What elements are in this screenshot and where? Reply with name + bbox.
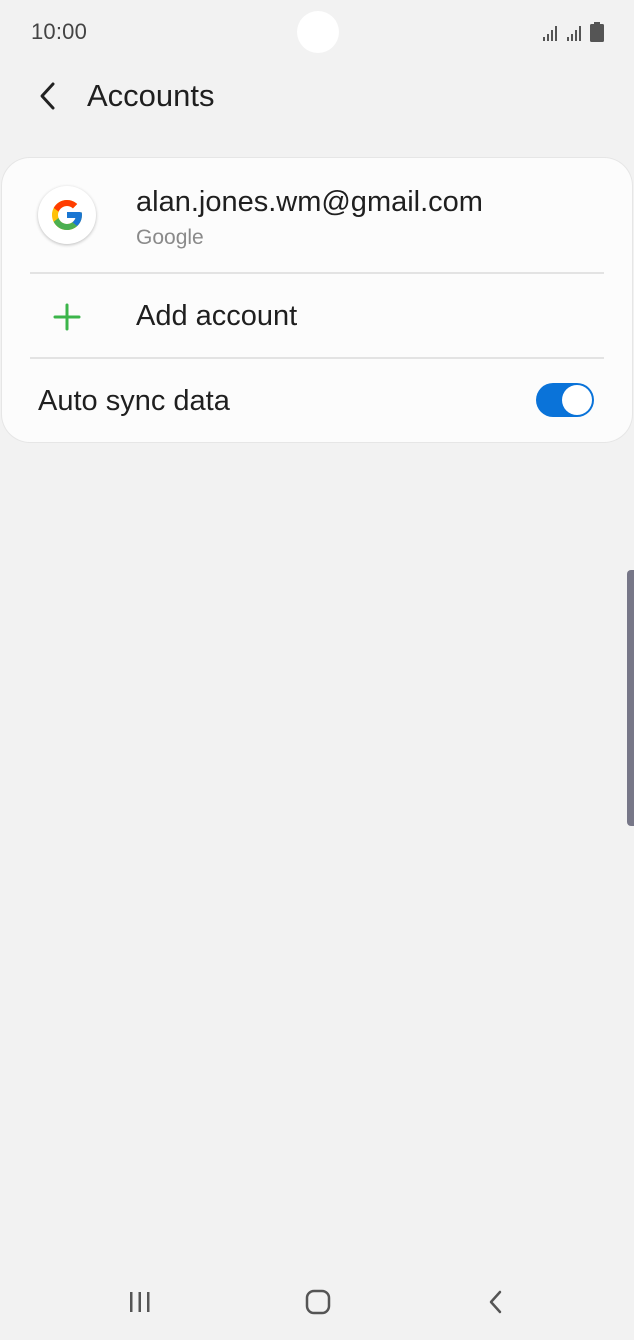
back-button[interactable] xyxy=(24,74,72,122)
account-email: alan.jones.wm@gmail.com xyxy=(136,186,483,218)
recents-icon xyxy=(127,1290,153,1319)
chevron-left-icon xyxy=(38,81,58,116)
back-icon xyxy=(486,1288,506,1321)
status-time: 10:00 xyxy=(31,19,88,44)
accounts-screen: 10:00 Accounts alan.jones.wm@gmail.com G… xyxy=(0,0,634,1340)
google-icon xyxy=(38,186,96,244)
account-type: Google xyxy=(136,226,204,249)
signal-icon xyxy=(566,24,584,42)
auto-sync-label: Auto sync data xyxy=(38,385,230,417)
account-row-google[interactable]: alan.jones.wm@gmail.com Google xyxy=(2,158,632,273)
navigation-bar xyxy=(0,1268,634,1340)
status-icons xyxy=(542,20,604,42)
signal-icon xyxy=(542,24,560,42)
header: Accounts xyxy=(0,64,634,132)
recents-button[interactable] xyxy=(110,1280,170,1328)
toggle-knob xyxy=(562,385,592,415)
nav-back-button[interactable] xyxy=(466,1280,526,1328)
auto-sync-row[interactable]: Auto sync data xyxy=(2,359,632,442)
page-title: Accounts xyxy=(87,78,215,113)
accounts-card: alan.jones.wm@gmail.com Google Add accou… xyxy=(2,158,632,442)
plus-icon xyxy=(52,302,82,332)
add-account-label: Add account xyxy=(136,300,298,332)
auto-sync-toggle[interactable] xyxy=(536,383,594,417)
battery-icon xyxy=(590,22,604,42)
status-bar: 10:00 xyxy=(0,0,634,64)
camera-cutout xyxy=(297,11,339,53)
add-account-row[interactable]: Add account xyxy=(2,274,632,358)
scrollbar[interactable] xyxy=(627,570,634,826)
home-button[interactable] xyxy=(288,1280,348,1328)
home-icon xyxy=(304,1288,332,1321)
